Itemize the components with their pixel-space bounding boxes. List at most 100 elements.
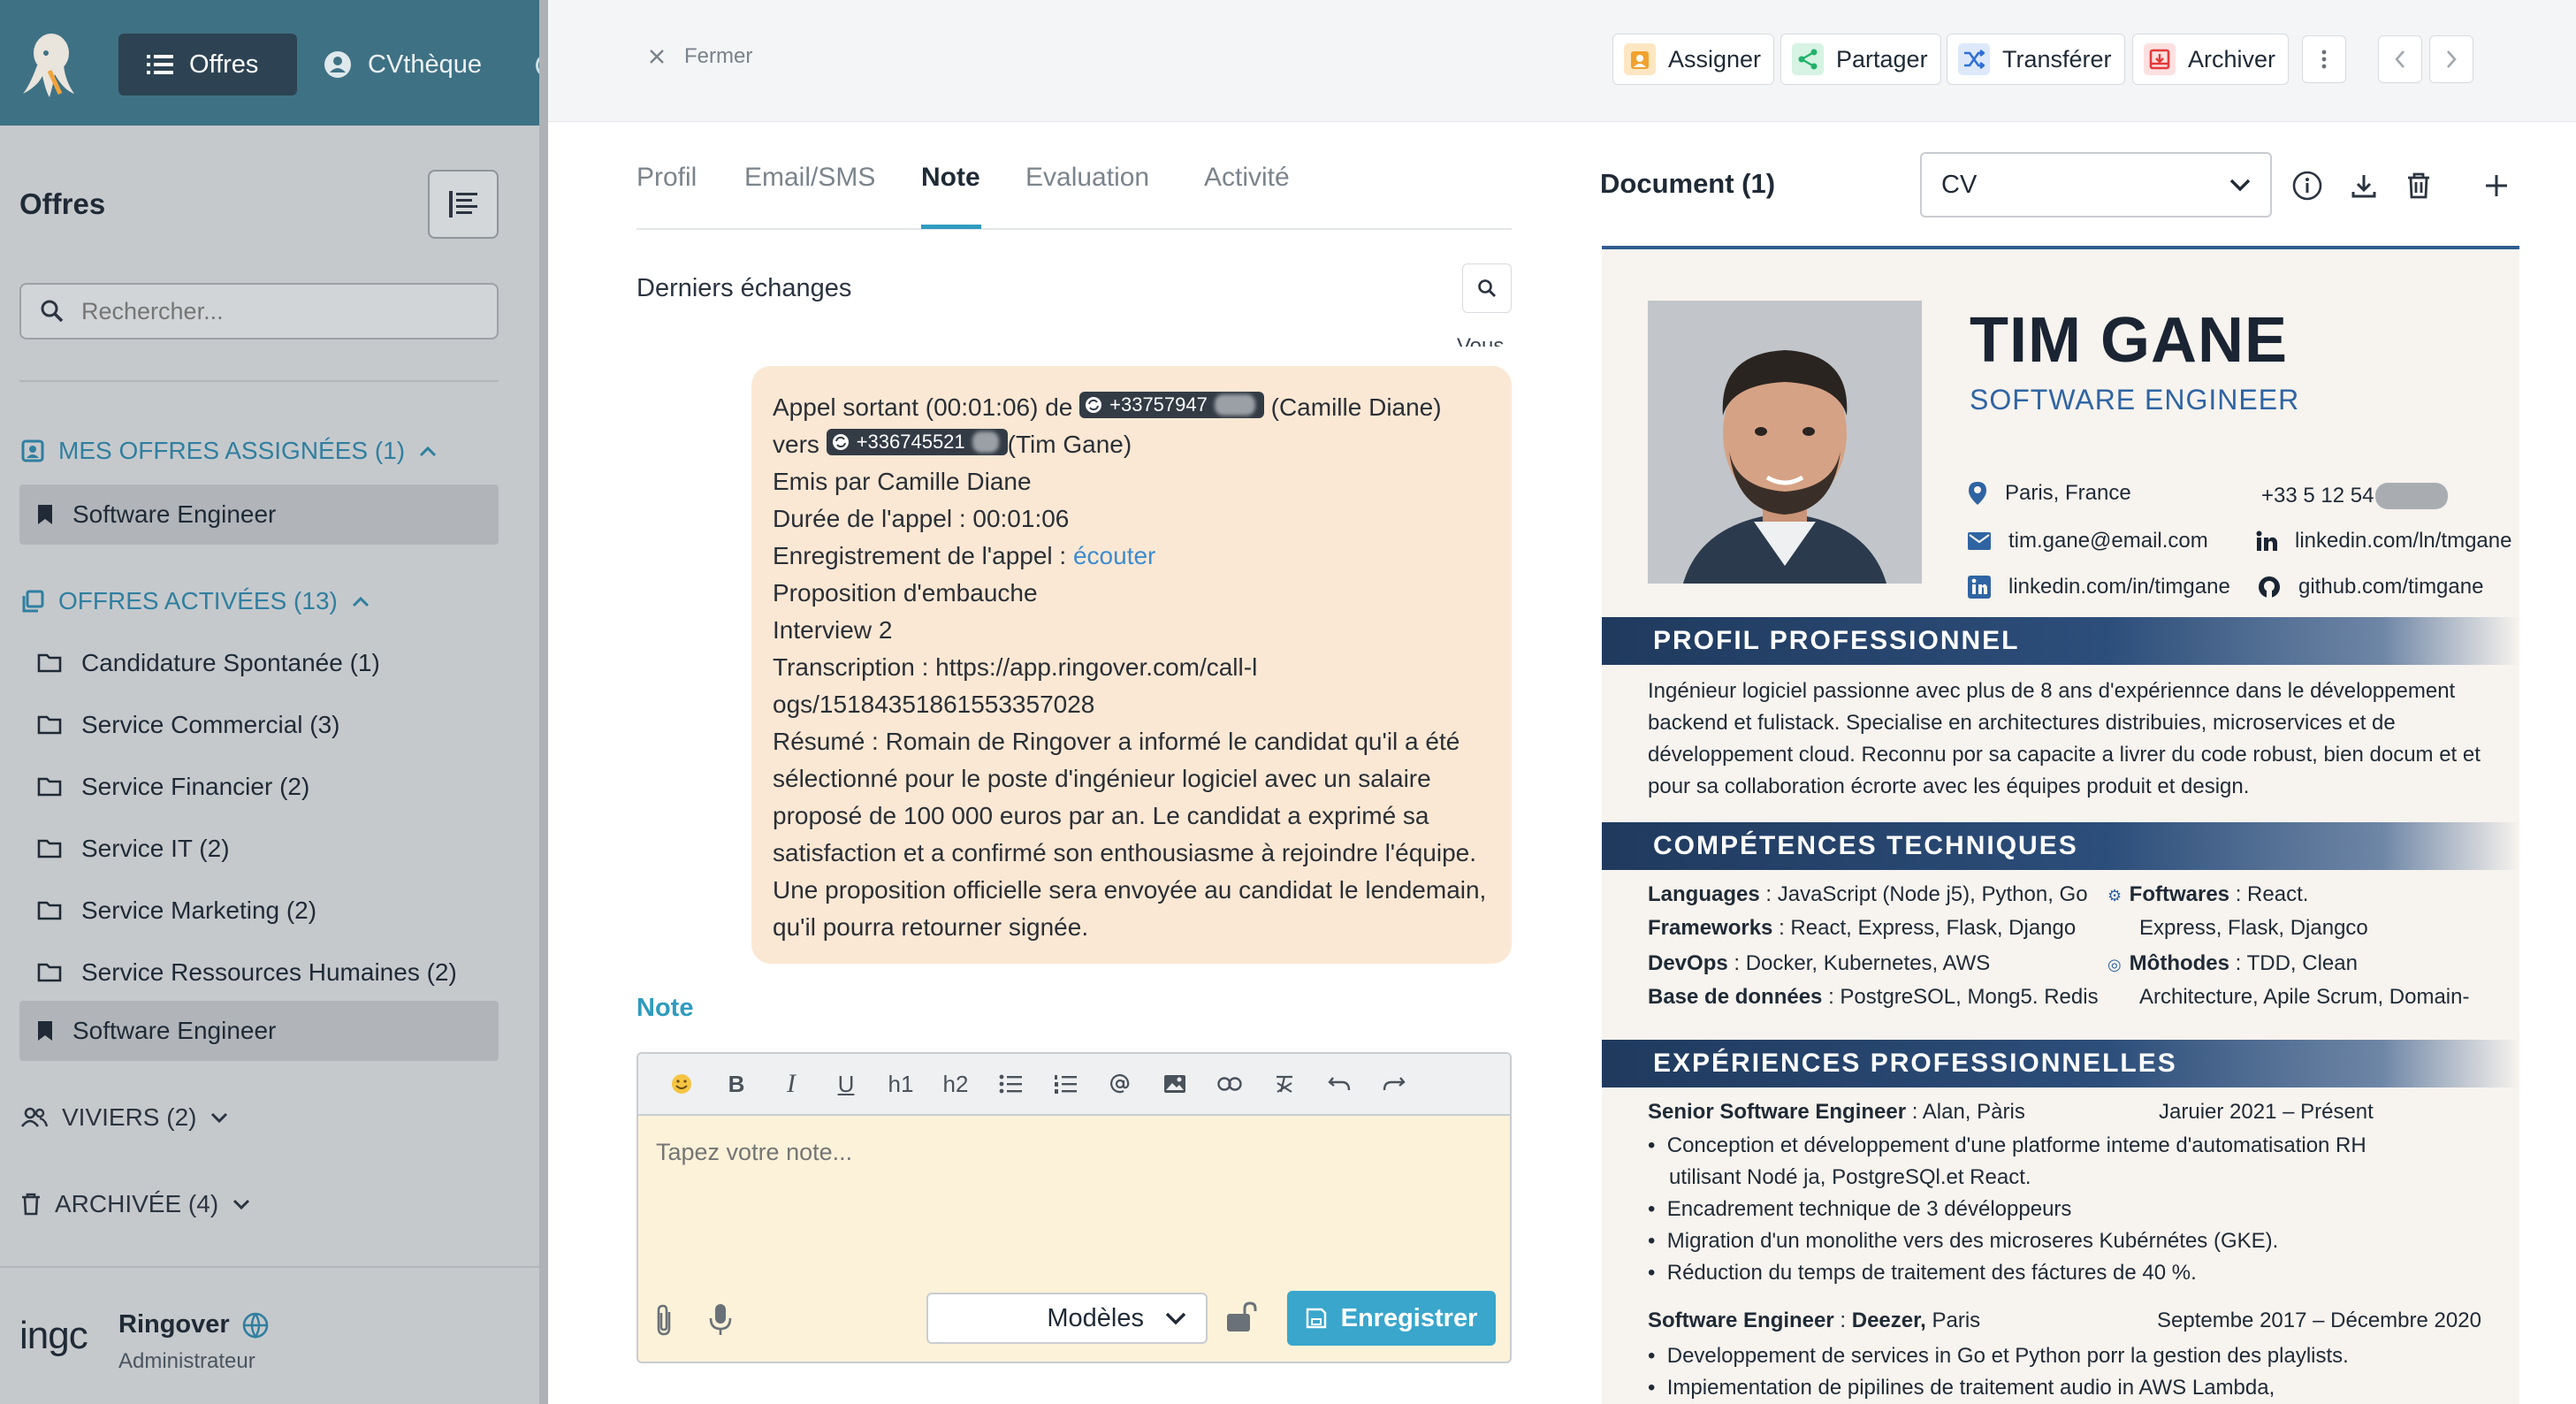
info-button[interactable] [2288, 166, 2327, 205]
privacy-toggle[interactable] [1225, 1301, 1259, 1333]
assign-button[interactable]: Assigner [1612, 34, 1775, 85]
sidebar-item-service-it[interactable]: Service IT (2) [19, 819, 499, 879]
plus-icon [2486, 175, 2507, 196]
undo-button[interactable] [1312, 1054, 1367, 1115]
listen-link[interactable]: écouter [1073, 542, 1155, 569]
gear-icon: ⚙ [2107, 887, 2123, 904]
email-icon [1968, 532, 1991, 550]
sidebar-item-service-financier[interactable]: Service Financier (2) [19, 757, 499, 817]
cv-exp1-header: Senior Software Engineer : Alan, Pàris [1648, 1100, 2025, 1124]
phone-pill-from[interactable]: +33757947 [1079, 392, 1264, 418]
sidebar-collapse-button[interactable] [428, 170, 499, 239]
undo-icon [1328, 1077, 1351, 1091]
transfer-button[interactable]: Transférer [1947, 34, 2125, 85]
heading2-button[interactable]: h2 [928, 1054, 983, 1115]
download-button[interactable] [2344, 166, 2383, 205]
save-note-button[interactable]: Enregistrer [1287, 1291, 1496, 1346]
cv-exp1-company: Alan, Pàris [1922, 1100, 2025, 1124]
tab-activite[interactable]: Activité [1204, 163, 1290, 193]
sidebar-item-candidature-spontanee[interactable]: Candidature Spontanée (1) [19, 633, 499, 693]
cv-exp1-title: Senior Software Engineer [1648, 1100, 1907, 1124]
phone-pill-to[interactable]: +336745521 [826, 429, 1008, 455]
section-active-offers[interactable]: OFFRES ACTIVÉES (13) [21, 587, 370, 615]
sidebar-item-software-engineer[interactable]: Software Engineer [19, 1001, 499, 1061]
italic-button[interactable]: I [764, 1054, 819, 1115]
tab-email-sms[interactable]: Email/SMS [744, 163, 875, 193]
nav-cvtheque-button[interactable]: CVthèque [324, 34, 482, 95]
folder-icon [37, 901, 62, 920]
share-icon [1792, 43, 1824, 75]
tab-note[interactable]: Note [921, 163, 980, 193]
clear-format-button[interactable] [1257, 1054, 1312, 1115]
download-icon [2351, 175, 2376, 198]
message-bubble: Appel sortant (00:01:06) de +33757947 (C… [751, 366, 1512, 964]
microphone-button[interactable] [709, 1303, 732, 1337]
target-icon: ◎ [2107, 956, 2122, 973]
cv-exp2-dates: Septembe 2017 – Décembre 2020 [2157, 1309, 2481, 1332]
cv-email: tim.gane@email.com [1968, 529, 2208, 553]
previous-button[interactable] [2378, 35, 2422, 83]
cv-exp2-city: Paris [1932, 1309, 1981, 1332]
summary-text: Résumé : Romain de Ringover a informé le… [773, 728, 1487, 941]
cv-skill-value: JavaScript (Node j5), Python, Go [1777, 882, 2088, 906]
cv-preview[interactable]: TIM GANE SOFTWARE ENGINEER Paris, France… [1602, 246, 2519, 1404]
image-button[interactable] [1147, 1054, 1202, 1115]
delete-document-button[interactable] [2399, 166, 2438, 205]
sidebar-item-software-engineer-assigned[interactable]: Software Engineer [19, 485, 499, 545]
cv-skill-row: ◎ Môthodes : TDD, Clean [2107, 951, 2358, 975]
templates-dropdown[interactable]: Modèles [926, 1293, 1208, 1344]
cv-name: TIM GANE [1970, 305, 2288, 376]
note-input[interactable] [656, 1139, 1487, 1192]
refresh-icon [832, 434, 849, 450]
cv-bullet: • Conception et développement d'une plat… [1648, 1133, 2366, 1189]
cv-skill-value: PostgreSOL, Mong5. Redis [1840, 985, 2099, 1009]
github-icon [2259, 576, 2280, 598]
cv-skill-row: Languages : JavaScript (Node j5), Python… [1648, 882, 2088, 906]
cv-linkedin-1-text: linkedin.com/ln/tmgane [2295, 529, 2512, 553]
tab-evaluation[interactable]: Evaluation [1025, 163, 1149, 193]
chevron-down-icon [1165, 1312, 1186, 1325]
tab-profil[interactable]: Profil [636, 163, 697, 193]
sidebar-item-service-commercial[interactable]: Service Commercial (3) [19, 695, 499, 755]
next-button[interactable] [2429, 35, 2473, 83]
bullet-list-button[interactable] [983, 1054, 1038, 1115]
sidebar-search[interactable] [19, 283, 499, 340]
heading1-button[interactable]: h1 [873, 1054, 928, 1115]
image-icon [1164, 1075, 1185, 1093]
section-viviers[interactable]: VIVIERS (2) [21, 1103, 228, 1132]
section-assigned-offers[interactable]: MES OFFRES ASSIGNÉES (1) [21, 437, 437, 465]
app-logo-icon[interactable] [19, 32, 81, 99]
search-exchanges-button[interactable] [1462, 263, 1512, 313]
ordered-list-button[interactable] [1038, 1054, 1093, 1115]
attach-button[interactable] [654, 1303, 675, 1337]
cv-location-text: Paris, France [2005, 481, 2131, 505]
bold-button[interactable]: B [709, 1054, 764, 1115]
section-archived[interactable]: ARCHIVÉE (4) [21, 1190, 250, 1218]
cv-exp2-header: Software Engineer : Deezer, Paris [1648, 1309, 1981, 1332]
user-account[interactable]: ingc Ringover Administrateur [0, 1266, 539, 1404]
nav-offres-button[interactable]: Offres [118, 34, 297, 95]
underline-button[interactable]: U [819, 1054, 873, 1115]
document-select[interactable]: CV [1920, 152, 2272, 217]
message-line: vers +336745521 (Tim Gane) [773, 426, 1490, 463]
redo-button[interactable] [1367, 1054, 1421, 1115]
emoji-button[interactable] [654, 1054, 709, 1115]
bookmark-icon [38, 505, 52, 524]
sidebar-item-service-rh[interactable]: Service Ressources Humaines (2) [19, 942, 499, 1003]
at-sign-icon [1110, 1073, 1130, 1094]
company-logo: ingc [19, 1314, 88, 1357]
share-button[interactable]: Partager [1780, 34, 1941, 85]
cv-linkedin-2-text: linkedin.com/in/timgane [2008, 575, 2230, 599]
exchanges-title: Derniers échanges [636, 274, 852, 302]
more-options-button[interactable] [2302, 35, 2346, 83]
list-icon [147, 55, 173, 74]
archive-button[interactable]: Archiver [2132, 34, 2290, 85]
mention-button[interactable] [1093, 1054, 1147, 1115]
sidebar-search-input[interactable] [81, 297, 453, 325]
link-button[interactable] [1202, 1054, 1257, 1115]
shuffle-icon [1958, 43, 1990, 75]
cv-section-profile: PROFIL PROFESSIONNEL [1602, 617, 2519, 665]
close-button[interactable]: Fermer [649, 44, 752, 69]
sidebar-item-service-marketing[interactable]: Service Marketing (2) [19, 881, 499, 941]
add-document-button[interactable] [2477, 166, 2516, 205]
